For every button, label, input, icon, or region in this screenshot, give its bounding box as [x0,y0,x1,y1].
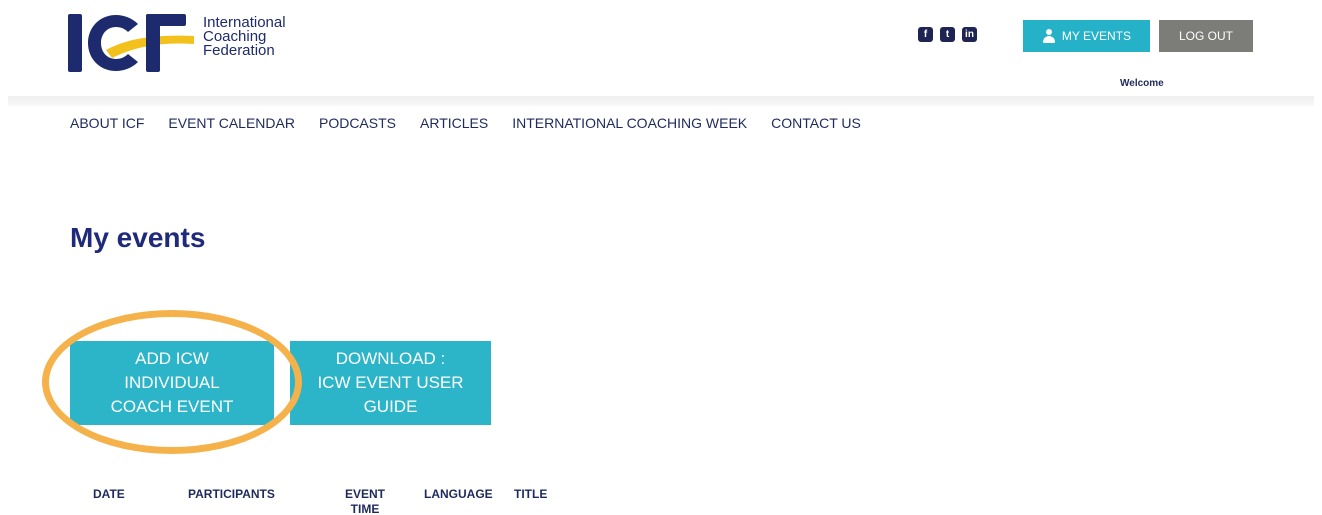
column-header-date: DATE [93,487,125,501]
nav-item-podcasts[interactable]: PODCASTS [319,115,396,131]
social-links: f t in [918,27,977,42]
facebook-icon[interactable]: f [918,27,933,42]
column-header-language: LANGUAGE [424,487,493,501]
column-header-event-time: EVENT TIME [345,487,386,515]
header-divider [8,96,1314,106]
nav-item-contact-us[interactable]: CONTACT US [771,115,861,131]
logo-line-3: Federation [203,42,275,59]
user-icon [1042,29,1056,43]
column-header-title: TITLE [514,487,548,501]
nav-item-about-icf[interactable]: ABOUT ICF [70,115,144,131]
welcome-text: Welcome [1120,78,1164,89]
nav-item-event-calendar[interactable]: EVENT CALENDAR [168,115,295,131]
nav-item-international-coaching-week[interactable]: INTERNATIONAL COACHING WEEK [512,115,747,131]
main-nav: ABOUT ICF EVENT CALENDAR PODCASTS ARTICL… [70,115,861,131]
add-icw-event-button[interactable]: ADD ICW INDIVIDUAL COACH EVENT [70,341,274,425]
site-header: International Coaching Federation f t in… [0,0,1322,106]
twitter-icon[interactable]: t [940,27,955,42]
logout-label: LOG OUT [1178,29,1233,43]
linkedin-icon[interactable]: in [962,27,977,42]
logo-wordmark: International Coaching Federation [203,15,286,59]
download-user-guide-button[interactable]: DOWNLOAD : ICW EVENT USER GUIDE [290,341,491,425]
my-events-button[interactable]: MY EVENTS [1023,20,1150,52]
column-header-participants: PARTICIPANTS [188,487,275,501]
nav-item-articles[interactable]: ARTICLES [420,115,488,131]
logout-button[interactable]: LOG OUT [1159,20,1253,52]
page-title: My events [70,222,206,253]
download-user-guide-label: DOWNLOAD : ICW EVENT USER GUIDE [317,349,464,416]
add-icw-event-label: ADD ICW INDIVIDUAL COACH EVENT [110,349,234,416]
icf-logo[interactable] [66,10,196,74]
my-events-label: MY EVENTS [1061,29,1132,43]
events-table-header: DATE PARTICIPANTS EVENT TIME LANGUAGE TI… [0,485,700,515]
